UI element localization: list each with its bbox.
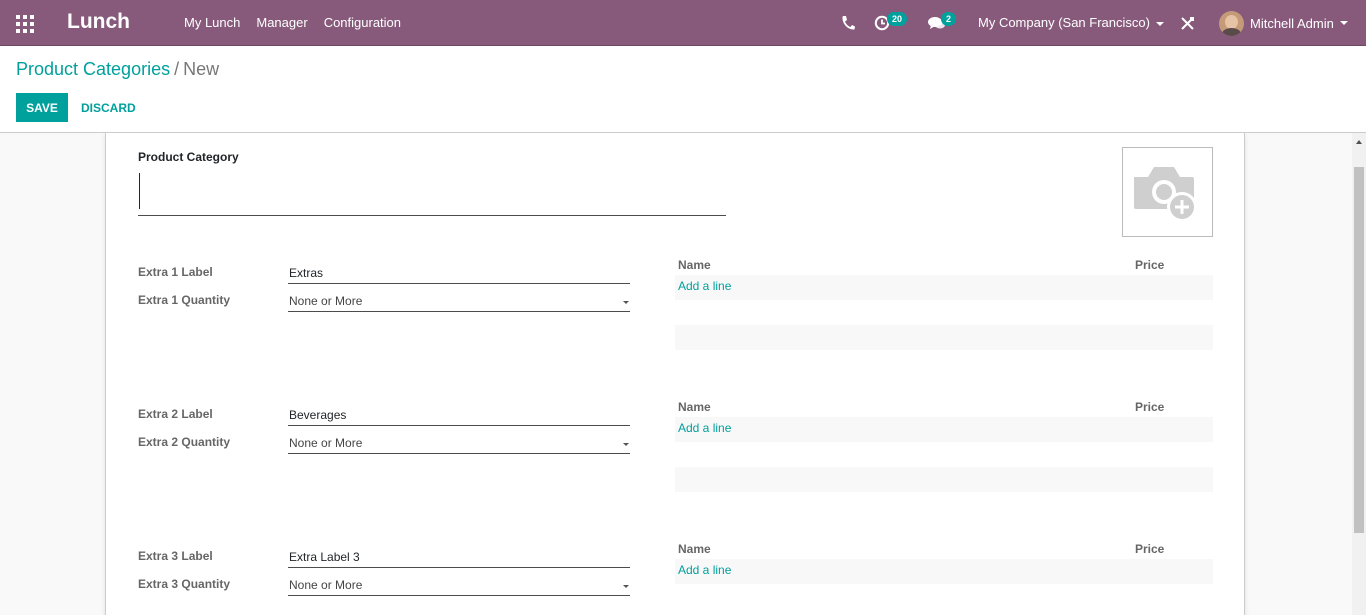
extra-1-quantity-value: None or More <box>289 294 363 308</box>
table-row <box>675 300 1213 325</box>
extra-3-label-caption: Extra 3 Label <box>138 549 213 563</box>
extra-group-1: Extra 1 Label Extras Extra 1 Quantity No… <box>106 255 1246 350</box>
form-sheet: Product Category Extra 1 Label Extras Ex… <box>105 133 1245 615</box>
extra-2-quantity-caption: Extra 2 Quantity <box>138 435 231 449</box>
table-row: Add a line <box>675 275 1213 300</box>
menu-item-configuration[interactable]: Configuration <box>316 0 409 46</box>
user-avatar <box>1219 10 1244 36</box>
table-header: Name Price <box>675 397 1213 417</box>
column-name[interactable]: Name <box>678 400 711 414</box>
discard-button[interactable]: DISCARD <box>74 93 143 122</box>
company-switcher[interactable]: My Company (San Francisco) <box>978 0 1164 46</box>
activity-counter-badge: 20 <box>887 12 908 26</box>
extra-group-3: Extra 3 Label Extra Label 3 Extra 3 Quan… <box>106 541 1246 615</box>
caret-down-icon <box>1339 21 1348 25</box>
extra-2-lines-table: Name Price Add a line <box>675 397 1213 492</box>
control-panel: Product Categories / New SAVE DISCARD <box>0 46 1366 133</box>
extra-2-quantity-select[interactable]: None or More <box>288 432 630 454</box>
main-menu: My Lunch Manager Configuration <box>176 0 409 46</box>
vertical-scrollbar[interactable] <box>1352 133 1366 615</box>
menu-item-manager[interactable]: Manager <box>248 0 315 46</box>
add-line-link[interactable]: Add a line <box>678 421 731 435</box>
extra-3-quantity-caption: Extra 3 Quantity <box>138 577 231 591</box>
chat-counter-badge: 2 <box>941 12 957 26</box>
user-name: Mitchell Admin <box>1250 15 1334 31</box>
menu-item-my-lunch[interactable]: My Lunch <box>176 0 248 46</box>
table-row <box>675 467 1213 492</box>
add-line-link[interactable]: Add a line <box>678 279 731 293</box>
caret-down-icon <box>623 585 629 588</box>
product-category-label: Product Category <box>138 150 239 164</box>
column-price[interactable]: Price <box>1135 400 1164 414</box>
phone-icon[interactable] <box>840 14 856 32</box>
extra-3-label-input[interactable]: Extra Label 3 <box>288 546 630 568</box>
column-name[interactable]: Name <box>678 542 711 556</box>
company-name: My Company (San Francisco) <box>978 15 1150 30</box>
extra-2-quantity-value: None or More <box>289 436 363 450</box>
extra-2-label-input[interactable]: Beverages <box>288 404 630 426</box>
form-view: Product Category Extra 1 Label Extras Ex… <box>0 133 1352 615</box>
user-menu[interactable]: Mitchell Admin <box>1219 10 1348 36</box>
extra-group-2: Extra 2 Label Beverages Extra 2 Quantity… <box>106 397 1246 492</box>
apps-grid-icon[interactable] <box>16 15 34 33</box>
extra-1-label-input[interactable]: Extras <box>288 262 630 284</box>
caret-down-icon <box>1155 21 1164 26</box>
column-price[interactable]: Price <box>1135 542 1164 556</box>
table-row <box>675 442 1213 467</box>
camera-plus-icon <box>1134 167 1197 222</box>
top-navbar: Lunch My Lunch Manager Configuration 20 … <box>0 0 1366 46</box>
extra-2-label-caption: Extra 2 Label <box>138 407 213 421</box>
extra-3-quantity-select[interactable]: None or More <box>288 574 630 596</box>
text-cursor <box>139 173 140 209</box>
extra-3-quantity-value: None or More <box>289 578 363 592</box>
breadcrumb-current: New <box>183 59 220 79</box>
image-upload[interactable] <box>1122 147 1213 237</box>
table-header: Name Price <box>675 539 1213 559</box>
app-brand[interactable]: Lunch <box>67 10 130 34</box>
breadcrumb-separator: / <box>174 59 180 79</box>
extra-1-quantity-select[interactable]: None or More <box>288 290 630 312</box>
table-row <box>675 325 1213 350</box>
save-button[interactable]: SAVE <box>16 93 68 122</box>
extra-1-label-caption: Extra 1 Label <box>138 265 213 279</box>
extra-1-quantity-caption: Extra 1 Quantity <box>138 293 231 307</box>
scroll-up-arrow-icon[interactable] <box>1356 140 1362 144</box>
caret-down-icon <box>623 443 629 446</box>
caret-down-icon <box>623 301 629 304</box>
column-price[interactable]: Price <box>1135 258 1164 272</box>
extra-1-lines-table: Name Price Add a line <box>675 255 1213 350</box>
scrollbar-thumb[interactable] <box>1354 167 1364 533</box>
product-category-input[interactable] <box>138 171 726 216</box>
breadcrumb: Product Categories / New <box>16 59 219 80</box>
table-row: Add a line <box>675 559 1213 584</box>
table-header: Name Price <box>675 255 1213 275</box>
table-row: Add a line <box>675 417 1213 442</box>
debug-tools-icon[interactable] <box>1180 16 1195 31</box>
extra-3-lines-table: Name Price Add a line <box>675 539 1213 584</box>
add-line-link[interactable]: Add a line <box>678 563 731 577</box>
breadcrumb-link-product-categories[interactable]: Product Categories <box>16 59 170 79</box>
column-name[interactable]: Name <box>678 258 711 272</box>
